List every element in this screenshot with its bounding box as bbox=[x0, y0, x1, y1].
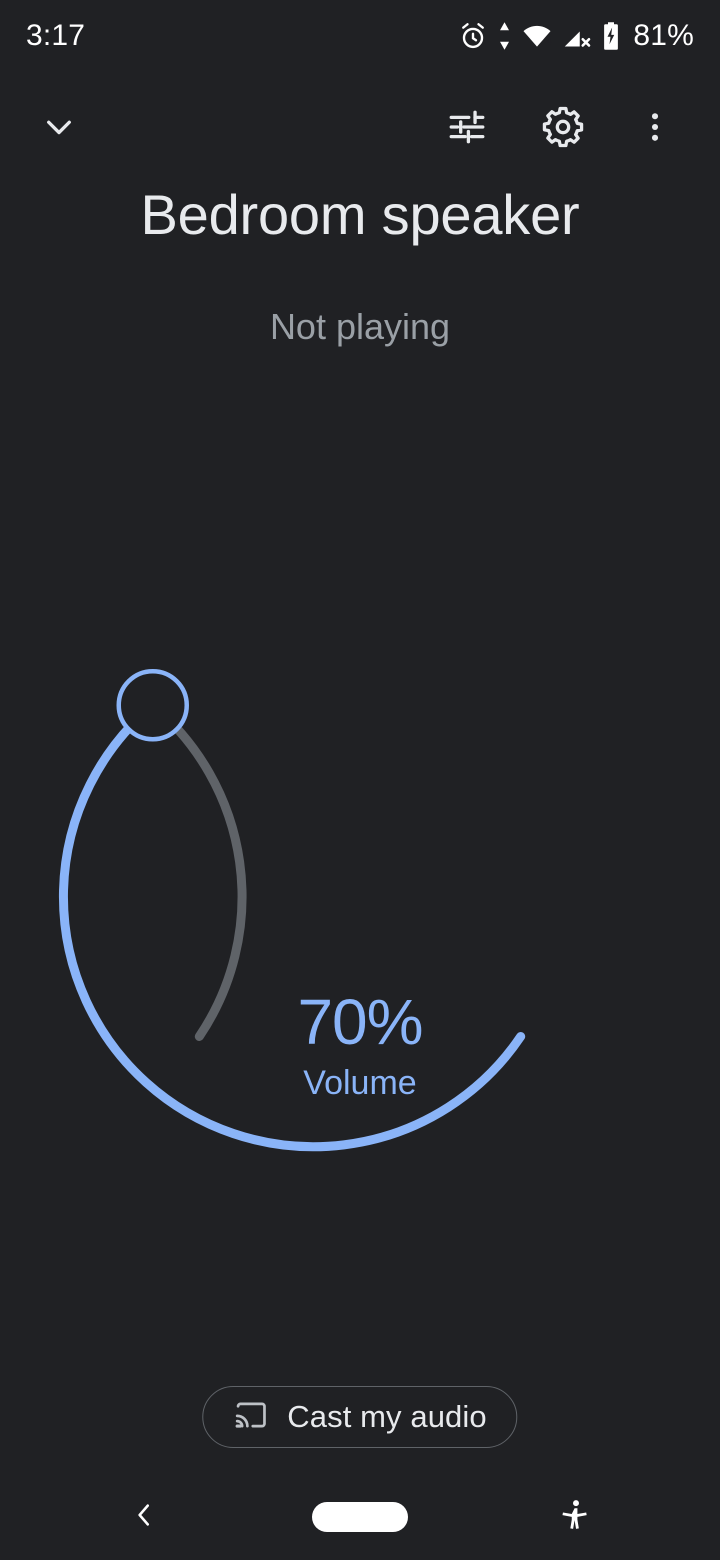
data-transfer-icon bbox=[497, 21, 512, 51]
status-bar-clock: 3:17 bbox=[26, 19, 86, 52]
volume-slider[interactable] bbox=[58, 565, 640, 1152]
more-options-button[interactable] bbox=[624, 96, 686, 158]
collapse-button[interactable] bbox=[28, 96, 90, 158]
cast-icon bbox=[233, 1397, 269, 1438]
svg-text:4: 4 bbox=[546, 36, 552, 48]
wifi-icon: 4 bbox=[521, 21, 553, 51]
nav-back-button[interactable] bbox=[112, 1485, 176, 1549]
status-bar-icons: 4 81% bbox=[458, 19, 694, 53]
volume-track-inactive bbox=[148, 700, 247, 1042]
app-top-bar bbox=[0, 88, 720, 166]
nav-home-pill[interactable] bbox=[312, 1502, 408, 1532]
device-control-screen: 3:17 4 81% Bedroom speaker Not playing 7… bbox=[0, 0, 720, 1560]
accessibility-icon bbox=[559, 1498, 593, 1537]
alarm-icon bbox=[458, 21, 488, 51]
overflow-menu-icon bbox=[638, 110, 672, 144]
nav-accessibility-button[interactable] bbox=[544, 1485, 608, 1549]
battery-percent-label: 81% bbox=[633, 19, 694, 52]
equalizer-button[interactable] bbox=[436, 96, 498, 158]
playback-status-text: Not playing bbox=[269, 306, 451, 347]
battery-charging-icon bbox=[601, 21, 621, 51]
cast-my-audio-button[interactable]: Cast my audio bbox=[202, 1386, 518, 1448]
gear-icon bbox=[541, 105, 585, 149]
no-sim-signal-icon bbox=[562, 21, 592, 51]
volume-track-active bbox=[58, 700, 526, 1152]
status-bar: 3:17 4 81% bbox=[0, 0, 720, 72]
volume-thumb[interactable] bbox=[116, 668, 189, 742]
cast-button-label: Cast my audio bbox=[287, 1399, 487, 1434]
system-navigation-bar bbox=[0, 1474, 720, 1560]
page-title: Bedroom speaker bbox=[140, 183, 580, 246]
settings-button[interactable] bbox=[532, 96, 594, 158]
chevron-left-icon bbox=[129, 1500, 159, 1535]
chevron-down-icon bbox=[40, 108, 78, 146]
tune-icon bbox=[446, 106, 488, 148]
